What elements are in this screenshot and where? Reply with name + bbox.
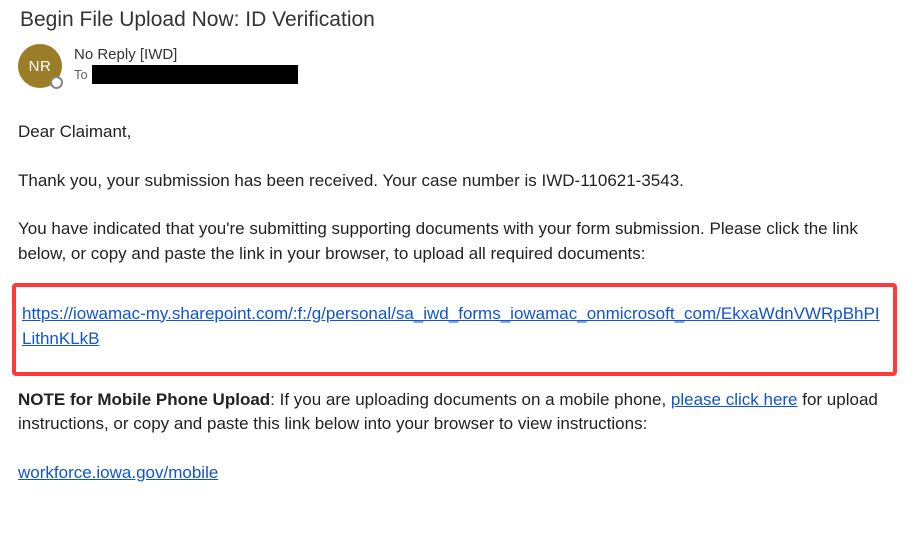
- sender-block: No Reply [IWD] To: [74, 44, 298, 84]
- workforce-mobile-link[interactable]: workforce.iowa.gov/mobile: [18, 463, 218, 482]
- to-row: To: [74, 65, 298, 84]
- mobile-instructions-link[interactable]: please click here: [671, 390, 798, 409]
- to-label: To: [74, 67, 88, 82]
- email-body: Dear Claimant, Thank you, your submissio…: [18, 120, 897, 485]
- sharepoint-upload-link[interactable]: https://iowamac-my.sharepoint.com/:f:/g/…: [22, 304, 880, 349]
- note-text-before: : If you are uploading documents on a mo…: [270, 390, 671, 409]
- thank-you-paragraph: Thank you, your submission has been rece…: [18, 169, 897, 194]
- mobile-note-paragraph: NOTE for Mobile Phone Upload: If you are…: [18, 388, 897, 437]
- email-subject: Begin File Upload Now: ID Verification: [18, 8, 897, 32]
- submission-instruction: You have indicated that you're submittin…: [18, 217, 897, 266]
- recipient-redacted: [92, 65, 298, 84]
- email-header: NR No Reply [IWD] To: [18, 44, 897, 88]
- avatar-wrap: NR: [18, 44, 62, 88]
- greeting: Dear Claimant,: [18, 120, 897, 145]
- upload-link-callout: https://iowamac-my.sharepoint.com/:f:/g/…: [12, 283, 897, 376]
- avatar-initials: NR: [29, 58, 52, 75]
- presence-indicator-icon: [50, 76, 63, 89]
- note-bold-label: NOTE for Mobile Phone Upload: [18, 390, 270, 409]
- mobile-link-paragraph: workforce.iowa.gov/mobile: [18, 461, 897, 486]
- sender-name: No Reply [IWD]: [74, 46, 298, 63]
